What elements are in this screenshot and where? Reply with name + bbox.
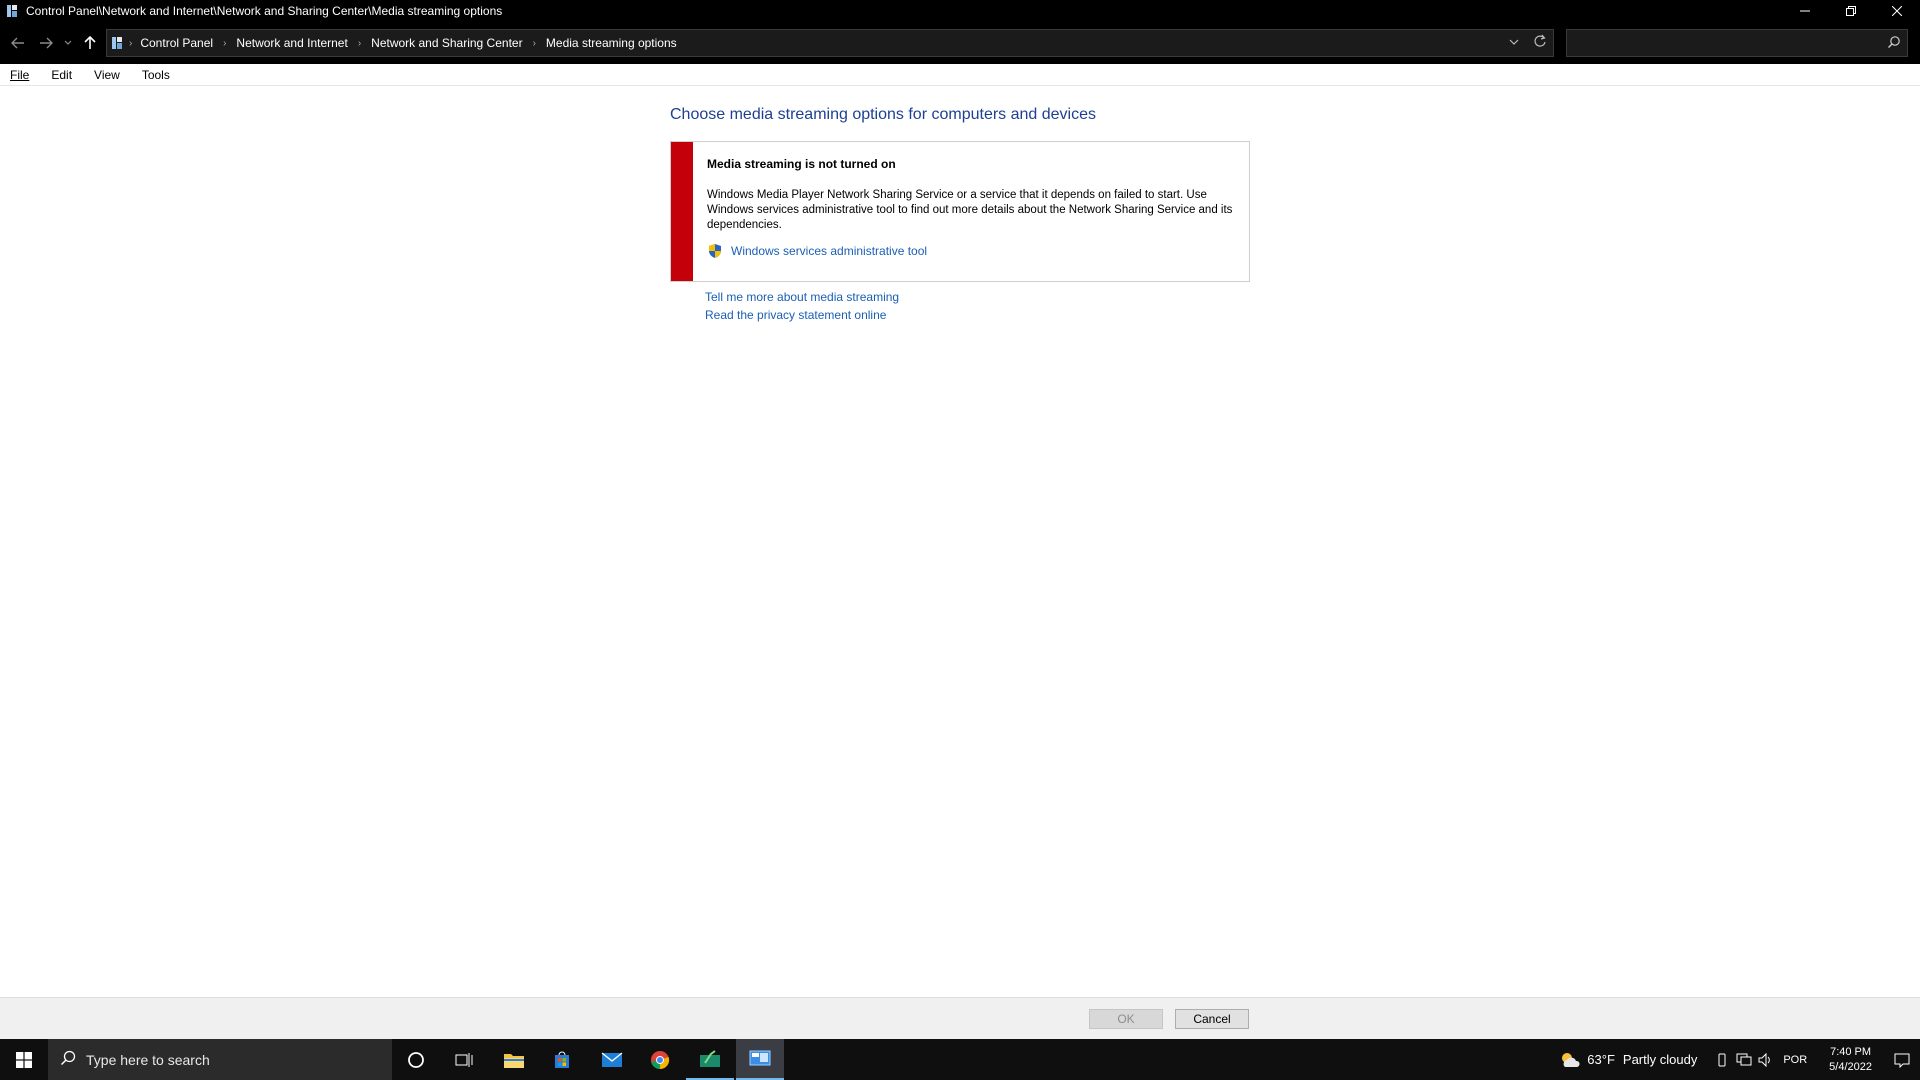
weather-temperature: 63°F (1587, 1052, 1615, 1067)
breadcrumb-control-panel[interactable]: Control Panel (140, 36, 213, 50)
address-dropdown-icon[interactable] (1509, 35, 1519, 49)
admin-tool-link-row: Windows services administrative tool (707, 243, 927, 259)
notifications-icon[interactable] (1884, 1052, 1920, 1068)
clock[interactable]: 7:40 PM 5/4/2022 (1829, 1045, 1872, 1075)
menu-file[interactable]: File (10, 68, 29, 82)
error-bar (671, 142, 693, 281)
start-button[interactable] (0, 1039, 48, 1080)
close-button[interactable] (1874, 0, 1920, 22)
uac-shield-icon (707, 243, 723, 259)
address-box[interactable]: › Control Panel › Network and Internet ›… (106, 29, 1554, 57)
media-streaming-info-link[interactable]: Tell me more about media streaming (705, 290, 899, 304)
menu-edit[interactable]: Edit (51, 68, 72, 82)
error-title: Media streaming is not turned on (707, 157, 896, 171)
back-button[interactable] (4, 29, 32, 57)
volume-icon[interactable] (1755, 1052, 1777, 1067)
breadcrumb-separator-icon: › (129, 37, 133, 49)
microsoft-store-icon[interactable] (538, 1039, 586, 1080)
minimize-button[interactable] (1782, 0, 1828, 22)
search-input[interactable] (1566, 29, 1908, 57)
breadcrumb-media-streaming-options[interactable]: Media streaming options (546, 36, 677, 50)
weather-widget[interactable]: 63°F Partly cloudy (1559, 1051, 1697, 1069)
windows-services-tool-link[interactable]: Windows services administrative tool (731, 244, 927, 258)
restore-button[interactable] (1828, 0, 1874, 22)
partly-cloudy-icon (1559, 1051, 1581, 1069)
cortana-icon[interactable] (392, 1039, 440, 1080)
search-icon (60, 1050, 76, 1069)
taskbar-search-box[interactable]: Type here to search (48, 1039, 392, 1080)
snip-sketch-icon[interactable] (686, 1039, 734, 1080)
caption-buttons (1782, 0, 1920, 22)
window-title: Control Panel\Network and Internet\Netwo… (26, 4, 503, 18)
task-view-icon[interactable] (440, 1039, 488, 1080)
up-button[interactable] (76, 29, 104, 57)
refresh-icon[interactable] (1533, 34, 1547, 51)
menu-tools[interactable]: Tools (142, 68, 170, 82)
clock-time: 7:40 PM (1830, 1045, 1872, 1058)
clock-date: 5/4/2022 (1829, 1060, 1872, 1073)
removable-device-icon[interactable] (1711, 1053, 1733, 1067)
privacy-statement-link[interactable]: Read the privacy statement online (705, 308, 886, 322)
breadcrumb-network-and-internet[interactable]: Network and Internet (236, 36, 347, 50)
breadcrumb-separator-icon: › (223, 37, 227, 49)
navigation-bar: › Control Panel › Network and Internet ›… (0, 22, 1920, 64)
search-icon (1887, 35, 1901, 52)
recent-locations-chevron-icon[interactable] (60, 29, 76, 57)
title-bar: Control Panel\Network and Internet\Netwo… (0, 0, 1920, 22)
file-explorer-icon[interactable] (490, 1039, 538, 1080)
system-tray: 63°F Partly cloudy POR 7:40 PM 5/4/2022 (1559, 1039, 1920, 1080)
cancel-button[interactable]: Cancel (1175, 1009, 1249, 1029)
ok-button[interactable]: OK (1089, 1009, 1163, 1029)
page-title: Choose media streaming options for compu… (670, 106, 1096, 123)
breadcrumb-separator-icon: › (357, 37, 362, 49)
mail-icon[interactable] (588, 1039, 636, 1080)
error-message: Windows Media Player Network Sharing Ser… (707, 189, 1233, 231)
weather-description: Partly cloudy (1622, 1052, 1698, 1067)
control-panel-icon (4, 3, 20, 19)
breadcrumb-network-sharing-center[interactable]: Network and Sharing Center (371, 36, 522, 50)
forward-button[interactable] (32, 29, 60, 57)
taskbar-search-placeholder: Type here to search (86, 1051, 210, 1068)
content-area: Choose media streaming options for compu… (0, 86, 1920, 997)
menu-bar: File Edit View Tools (0, 64, 1920, 86)
breadcrumb-separator-icon: › (532, 37, 536, 49)
control-panel-taskbar-icon[interactable] (736, 1039, 784, 1080)
input-language[interactable]: POR (1783, 1054, 1807, 1066)
menu-view[interactable]: View (94, 68, 120, 82)
windows-logo-icon (16, 1051, 32, 1068)
location-icon (111, 36, 123, 50)
network-icon[interactable] (1733, 1053, 1755, 1067)
error-panel: Media streaming is not turned on Windows… (670, 141, 1250, 282)
taskbar: Type here to search 63°F Partly cloudy P… (0, 1039, 1920, 1080)
chrome-icon[interactable] (636, 1039, 684, 1080)
dialog-button-bar: OK Cancel (0, 997, 1920, 1039)
